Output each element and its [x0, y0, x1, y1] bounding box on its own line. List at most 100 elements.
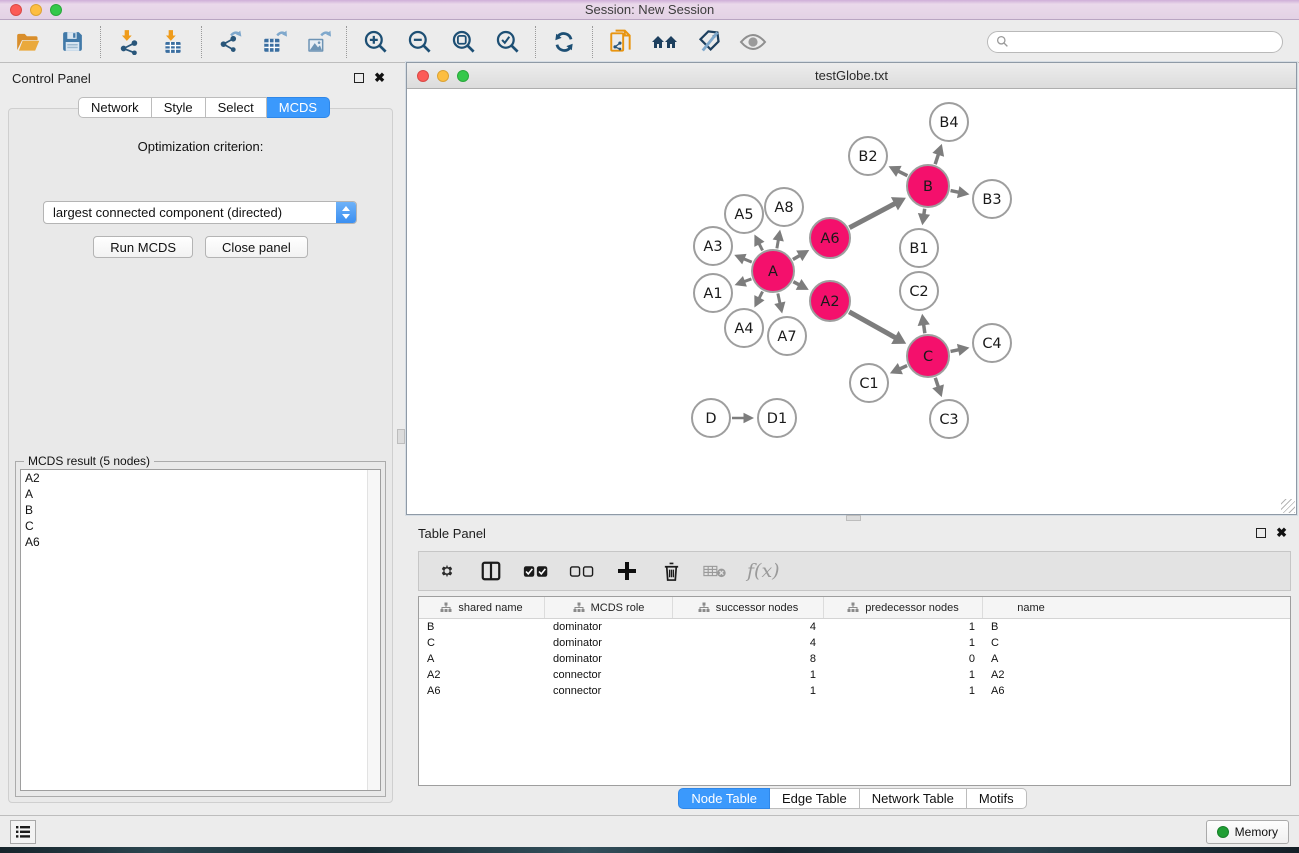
zoom-selected-icon[interactable]: [493, 28, 521, 56]
table-tabs: Node TableEdge TableNetwork TableMotifs: [406, 788, 1299, 809]
scrollbar-track[interactable]: [367, 470, 380, 790]
result-item[interactable]: A: [21, 486, 380, 502]
zoom-fit-icon[interactable]: [449, 28, 477, 56]
tab-select[interactable]: Select: [206, 97, 267, 118]
tab-network[interactable]: Network: [78, 97, 152, 118]
create-column-plus-icon[interactable]: [615, 558, 639, 584]
cell-mcds-role: dominator: [545, 637, 673, 649]
dropdown-stepper-icon: [336, 202, 356, 223]
table-row[interactable]: Adominator80A: [419, 651, 1290, 667]
import-table-icon[interactable]: [159, 28, 187, 56]
result-item[interactable]: A6: [21, 534, 380, 550]
node-label-B2: B2: [858, 149, 877, 165]
control-panel-tabs: NetworkStyleSelectMCDS: [78, 97, 330, 118]
tab-motifs[interactable]: Motifs: [967, 788, 1027, 809]
minimize-window-button[interactable]: [30, 4, 42, 16]
network-zoom-button[interactable]: [457, 70, 469, 82]
show-column-pane-icon[interactable]: [479, 558, 503, 584]
cell-shared-name: A: [419, 653, 545, 665]
node-label-A8: A8: [774, 200, 793, 216]
memory-button[interactable]: Memory: [1206, 820, 1289, 844]
edge-A2-C[interactable]: [849, 312, 896, 339]
float-panel-icon[interactable]: [354, 73, 364, 83]
table-row[interactable]: Cdominator41C: [419, 635, 1290, 651]
app-titlebar: Session: New Session: [0, 0, 1299, 20]
task-history-list-icon[interactable]: [10, 820, 36, 844]
cell-successor-nodes: 1: [673, 685, 824, 697]
cell-successor-nodes: 4: [673, 621, 824, 633]
column-header-successor-nodes[interactable]: successor nodes: [673, 597, 824, 618]
vertical-splitter-grip[interactable]: [397, 429, 405, 444]
column-header-name[interactable]: name: [983, 597, 1079, 618]
result-item[interactable]: B: [21, 502, 380, 518]
criterion-value: largest connected component (directed): [44, 205, 336, 220]
search-field[interactable]: [987, 31, 1283, 53]
node-label-A: A: [768, 264, 778, 280]
column-header-predecessor-nodes[interactable]: predecessor nodes: [824, 597, 983, 618]
run-mcds-button[interactable]: Run MCDS: [93, 236, 193, 258]
hide-labels-icon[interactable]: [695, 28, 723, 56]
unselect-all-columns-icon[interactable]: [569, 558, 595, 584]
criterion-dropdown[interactable]: largest connected component (directed): [43, 201, 357, 224]
new-network-from-selection-icon[interactable]: [607, 28, 635, 56]
hierarchy-icon: [698, 602, 710, 613]
search-icon: [996, 35, 1009, 48]
close-window-button[interactable]: [10, 4, 22, 16]
export-table-icon[interactable]: [260, 28, 288, 56]
delete-column-trash-icon[interactable]: [659, 558, 683, 584]
refresh-view-icon[interactable]: [550, 28, 578, 56]
edge-A6-B[interactable]: [849, 203, 896, 228]
network-canvas[interactable]: AA1A2A3A4A5A6A7A8BB1B2B3B4CC1C2C3C4DD1: [407, 90, 1296, 514]
network-window-titlebar[interactable]: testGlobe.txt: [407, 63, 1296, 89]
open-session-icon[interactable]: [14, 28, 42, 56]
tab-mcds[interactable]: MCDS: [267, 97, 330, 118]
mcds-result-list[interactable]: A2ABCA6: [20, 469, 381, 791]
close-table-panel-icon[interactable]: ✖: [1276, 528, 1287, 538]
tab-node-table[interactable]: Node Table: [678, 788, 770, 809]
cell-predecessor-nodes: 1: [824, 637, 983, 649]
tab-style[interactable]: Style: [152, 97, 206, 118]
node-table: shared nameMCDS rolesuccessor nodesprede…: [418, 596, 1291, 786]
table-body[interactable]: Bdominator41BCdominator41CAdominator80AA…: [419, 619, 1290, 699]
float-table-panel-icon[interactable]: [1256, 528, 1266, 538]
result-item[interactable]: C: [21, 518, 380, 534]
zoom-window-button[interactable]: [50, 4, 62, 16]
save-session-icon[interactable]: [58, 28, 86, 56]
network-title: testGlobe.txt: [815, 68, 888, 83]
mcds-result-title: MCDS result (5 nodes): [24, 454, 154, 468]
network-close-button[interactable]: [417, 70, 429, 82]
mcds-result-group: MCDS result (5 nodes) A2ABCA6: [15, 461, 386, 797]
node-label-C: C: [923, 349, 933, 365]
export-network-icon[interactable]: [216, 28, 244, 56]
network-window: testGlobe.txt AA1A2A3A4A5A6A7A8BB1B2B3B4…: [406, 62, 1297, 515]
cell-shared-name: B: [419, 621, 545, 633]
column-header-shared-name[interactable]: shared name: [419, 597, 545, 618]
export-image-icon[interactable]: [304, 28, 332, 56]
search-input[interactable]: [1014, 35, 1274, 49]
close-panel-button[interactable]: Close panel: [205, 236, 308, 258]
arrowhead-icon: [773, 230, 784, 242]
table-settings-gear-icon[interactable]: [435, 558, 459, 584]
show-graphics-details-icon[interactable]: [739, 28, 767, 56]
select-all-columns-icon[interactable]: [523, 558, 549, 584]
resize-grip-icon[interactable]: [1281, 499, 1295, 513]
window-controls: [10, 4, 62, 16]
network-minimize-button[interactable]: [437, 70, 449, 82]
table-row[interactable]: A2connector11A2: [419, 667, 1290, 683]
cell-shared-name: C: [419, 637, 545, 649]
zoom-out-icon[interactable]: [405, 28, 433, 56]
tab-edge-table[interactable]: Edge Table: [770, 788, 860, 809]
column-header-mcds-role[interactable]: MCDS role: [545, 597, 673, 618]
optimization-criterion-label: Optimization criterion:: [9, 139, 392, 154]
table-row[interactable]: A6connector11A6: [419, 683, 1290, 699]
import-network-icon[interactable]: [115, 28, 143, 56]
zoom-in-icon[interactable]: [361, 28, 389, 56]
table-row[interactable]: Bdominator41B: [419, 619, 1290, 635]
node-label-D: D: [705, 411, 716, 427]
result-item[interactable]: A2: [21, 470, 380, 486]
home-double-icon[interactable]: [651, 28, 679, 56]
network-graph[interactable]: AA1A2A3A4A5A6A7A8BB1B2B3B4CC1C2C3C4DD1: [407, 90, 1296, 515]
close-panel-icon[interactable]: ✖: [374, 73, 385, 83]
cell-name: A2: [983, 669, 1079, 681]
tab-network-table[interactable]: Network Table: [860, 788, 967, 809]
